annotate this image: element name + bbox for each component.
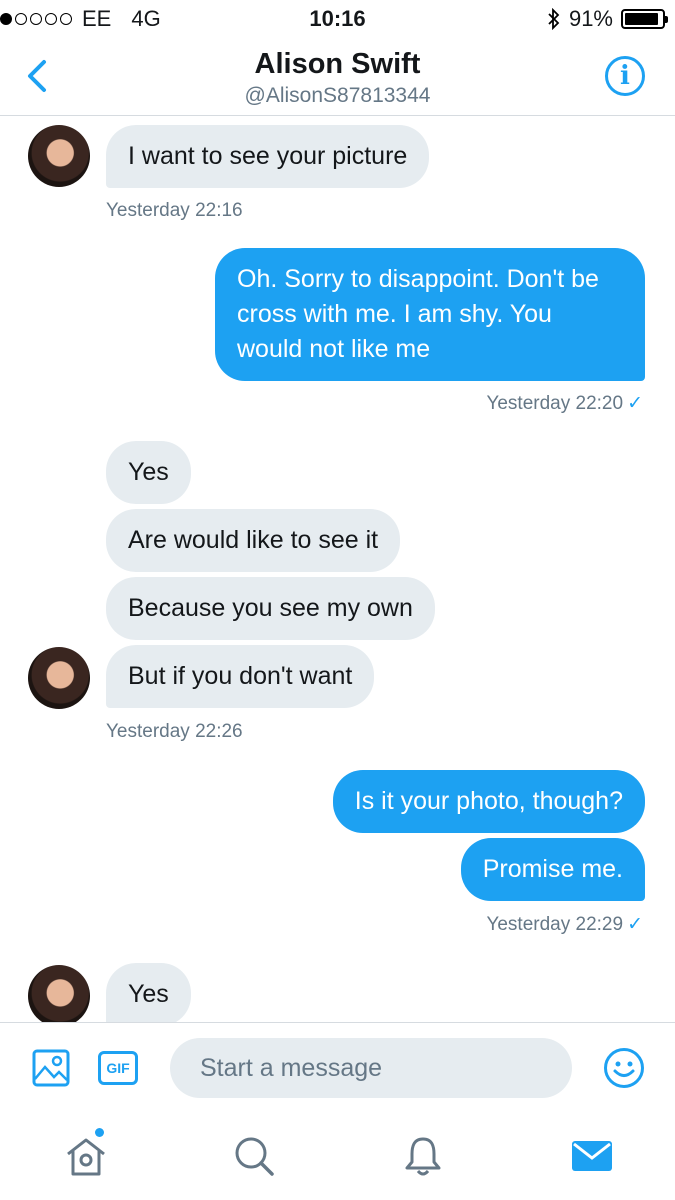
message-input[interactable] xyxy=(170,1038,572,1098)
message-timestamp: Yesterday 22:20 ✓ xyxy=(486,392,643,415)
avatar[interactable] xyxy=(28,647,90,709)
message-bubble-incoming[interactable]: Yes xyxy=(106,963,191,1022)
timestamp-text: Yesterday 22:29 xyxy=(486,914,624,935)
notification-dot xyxy=(95,1128,104,1137)
message-bubble-outgoing[interactable]: Oh. Sorry to disappoint. Don't be cross … xyxy=(215,248,645,381)
tab-bar xyxy=(0,1114,675,1200)
battery-percent: 91% xyxy=(568,6,613,31)
battery-fill xyxy=(625,13,658,25)
read-check-icon: ✓ xyxy=(627,914,643,935)
status-bar: EE 4G 10:16 91% xyxy=(0,0,675,38)
emoji-icon[interactable] xyxy=(603,1047,645,1089)
message-bubble-incoming[interactable]: Are would like to see it xyxy=(106,509,401,572)
search-icon[interactable] xyxy=(232,1134,276,1178)
conversation-header: Alison Swift @AlisonS87813344 i xyxy=(0,38,675,116)
status-right: 91% xyxy=(547,6,668,32)
read-check-icon: ✓ xyxy=(627,393,643,414)
message-bubble-incoming[interactable]: But if you don't want xyxy=(106,645,375,708)
bluetooth-icon xyxy=(548,8,560,30)
message-thread[interactable]: I want to see your picture Yesterday 22:… xyxy=(0,117,675,1022)
contact-name[interactable]: Alison Swift xyxy=(0,48,675,81)
avatar[interactable] xyxy=(28,965,90,1022)
timestamp-text: Yesterday 22:20 xyxy=(486,393,624,414)
message-bubble-outgoing[interactable]: Is it your photo, though? xyxy=(332,770,645,833)
bell-icon[interactable] xyxy=(401,1134,445,1178)
mail-icon[interactable] xyxy=(570,1134,614,1178)
message-bubble-outgoing[interactable]: Promise me. xyxy=(460,838,645,901)
message-composer: GIF xyxy=(0,1022,675,1114)
contact-handle: @AlisonS87813344 xyxy=(244,84,431,107)
home-icon[interactable] xyxy=(64,1134,108,1178)
message-timestamp: Yesterday 22:29 ✓ xyxy=(486,913,643,936)
message-timestamp: Yesterday 22:26 xyxy=(106,721,243,742)
avatar[interactable] xyxy=(28,125,90,187)
message-bubble-incoming[interactable]: Because you see my own xyxy=(106,577,435,640)
message-timestamp: Yesterday 22:16 xyxy=(106,200,243,221)
image-icon[interactable] xyxy=(32,1049,70,1087)
message-bubble-incoming[interactable]: Yes xyxy=(106,441,191,504)
battery-icon xyxy=(621,9,668,29)
gif-button[interactable]: GIF xyxy=(98,1051,138,1085)
info-icon[interactable]: i xyxy=(605,56,645,96)
message-bubble-incoming[interactable]: I want to see your picture xyxy=(106,125,430,188)
